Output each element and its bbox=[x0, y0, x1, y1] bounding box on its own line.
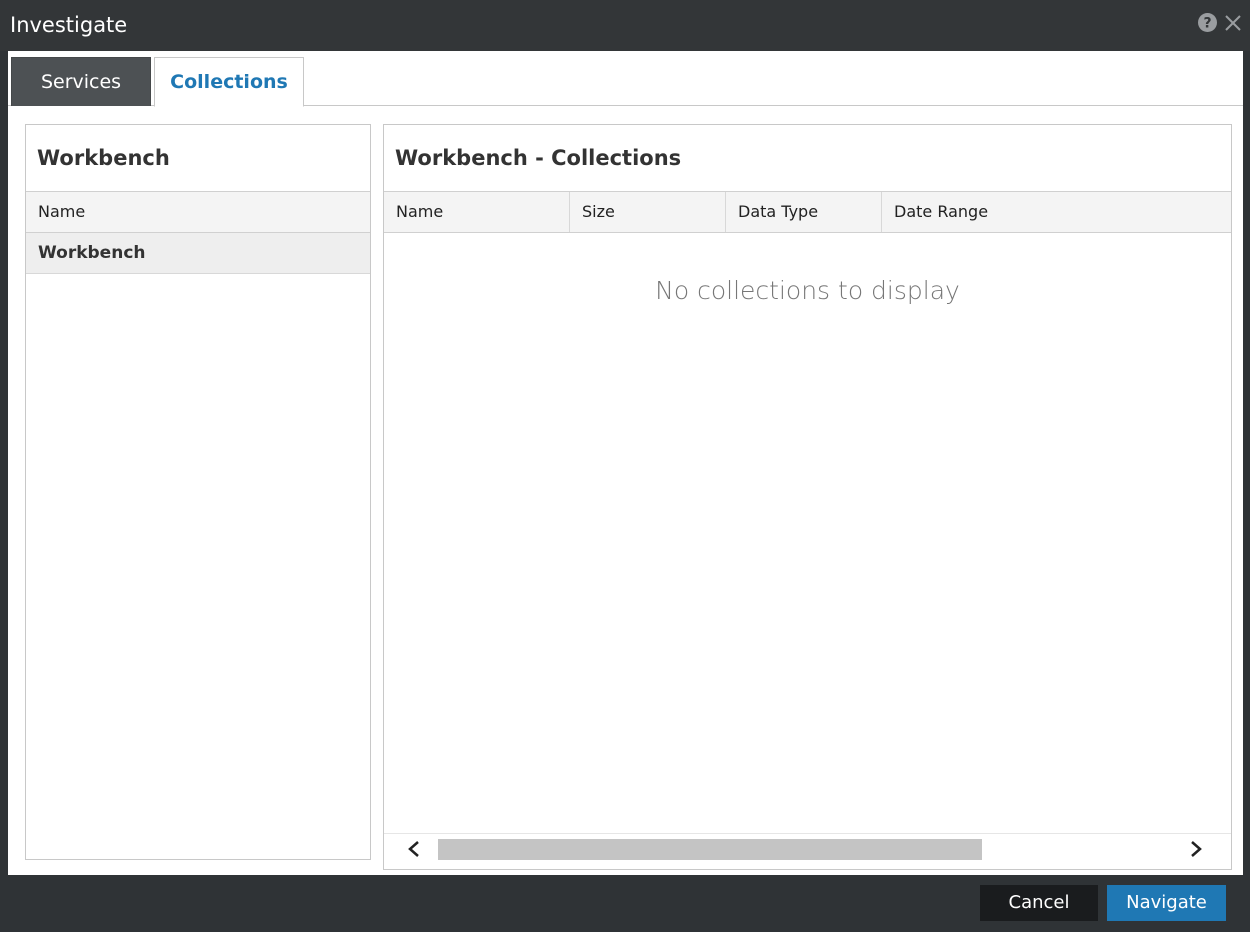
dialog-content: Services Collections Workbench Name Work… bbox=[8, 51, 1243, 875]
workbench-panel: Workbench Name Workbench bbox=[25, 124, 371, 860]
list-item-workbench[interactable]: Workbench bbox=[26, 233, 370, 274]
tab-services[interactable]: Services bbox=[11, 57, 151, 106]
chevron-left-icon[interactable] bbox=[406, 840, 422, 858]
close-icon[interactable] bbox=[1222, 12, 1244, 34]
svg-text:?: ? bbox=[1203, 16, 1211, 32]
chevron-right-icon[interactable] bbox=[1188, 840, 1204, 858]
collections-panel: Workbench - Collections Name Size Data T… bbox=[383, 124, 1232, 870]
empty-state-message: No collections to display bbox=[655, 276, 960, 305]
collections-panel-title: Workbench - Collections bbox=[395, 146, 682, 170]
collections-grid-header: Name Size Data Type Date Range bbox=[384, 191, 1231, 233]
tab-strip: Services Collections bbox=[8, 51, 1243, 107]
column-header-size[interactable]: Size bbox=[570, 192, 726, 232]
help-icon[interactable]: ? bbox=[1197, 12, 1218, 33]
horizontal-scrollbar[interactable] bbox=[384, 833, 1231, 864]
navigate-button[interactable]: Navigate bbox=[1107, 885, 1226, 921]
investigate-dialog: Investigate ? Services Collections Workb… bbox=[0, 0, 1250, 932]
column-header-date-range[interactable]: Date Range bbox=[882, 192, 1231, 232]
column-header-name[interactable]: Name bbox=[26, 192, 370, 232]
list-item-label: Workbench bbox=[38, 243, 146, 263]
workbench-grid-header: Name bbox=[26, 191, 370, 233]
window-title: Investigate bbox=[10, 13, 128, 37]
column-header-name[interactable]: Name bbox=[384, 192, 570, 232]
title-bar: Investigate ? bbox=[0, 0, 1250, 51]
scrollbar-thumb[interactable] bbox=[438, 839, 982, 860]
workbench-panel-title: Workbench bbox=[37, 146, 170, 170]
column-header-data-type[interactable]: Data Type bbox=[726, 192, 882, 232]
dialog-footer: Cancel Navigate bbox=[0, 875, 1250, 932]
cancel-button[interactable]: Cancel bbox=[980, 885, 1098, 921]
tab-collections[interactable]: Collections bbox=[154, 57, 304, 107]
